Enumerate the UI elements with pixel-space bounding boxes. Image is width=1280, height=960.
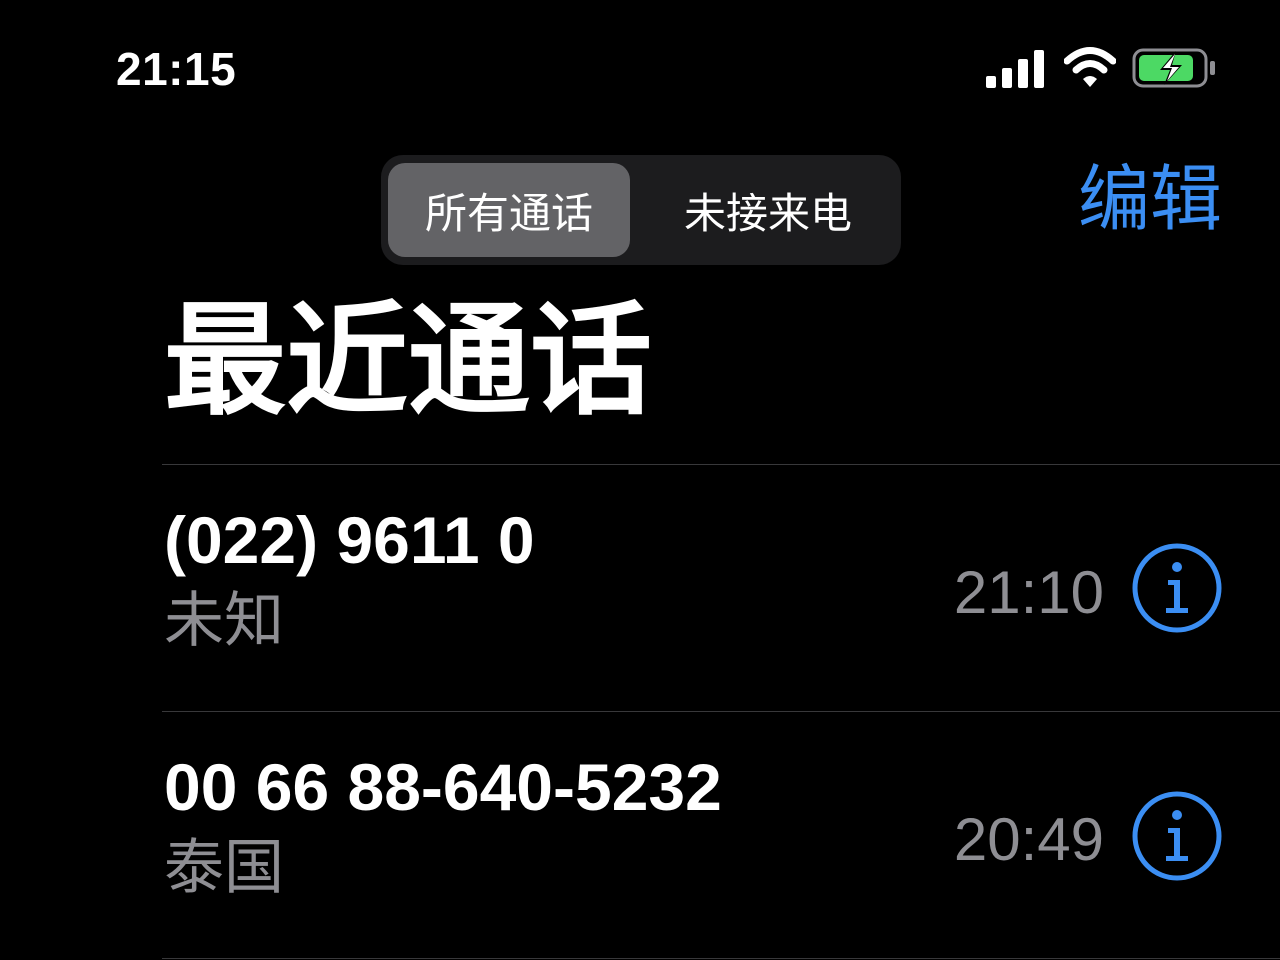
battery-charging-icon bbox=[1132, 48, 1215, 88]
caller-location: 泰国 bbox=[164, 834, 284, 901]
info-icon[interactable] bbox=[1131, 790, 1223, 882]
status-bar: 21:15 bbox=[0, 0, 1280, 130]
caller-number: 00 66 88-640-5232 bbox=[164, 750, 722, 824]
all-calls-tab[interactable]: 所有通话 bbox=[388, 163, 630, 257]
info-icon[interactable] bbox=[1131, 542, 1223, 634]
call-filter-segmented-control: 所有通话 未接来电 bbox=[381, 155, 901, 265]
missed-calls-tab[interactable]: 未接来电 bbox=[640, 163, 896, 257]
status-time: 21:15 bbox=[116, 43, 237, 95]
edit-button[interactable]: 编辑 bbox=[1078, 164, 1222, 236]
page-title: 最近通话 bbox=[164, 293, 652, 429]
call-row[interactable]: 00 66 88-640-5232 泰国 20:49 bbox=[0, 712, 1280, 958]
divider bbox=[162, 958, 1280, 959]
call-row[interactable]: (022) 9611 0 未知 21:10 bbox=[0, 465, 1280, 711]
caller-location: 未知 bbox=[164, 587, 284, 654]
wifi-icon bbox=[1064, 47, 1116, 87]
call-time: 21:10 bbox=[953, 559, 1104, 626]
caller-number: (022) 9611 0 bbox=[164, 503, 535, 577]
call-time: 20:49 bbox=[953, 806, 1104, 873]
cellular-signal-icon bbox=[986, 50, 1044, 88]
